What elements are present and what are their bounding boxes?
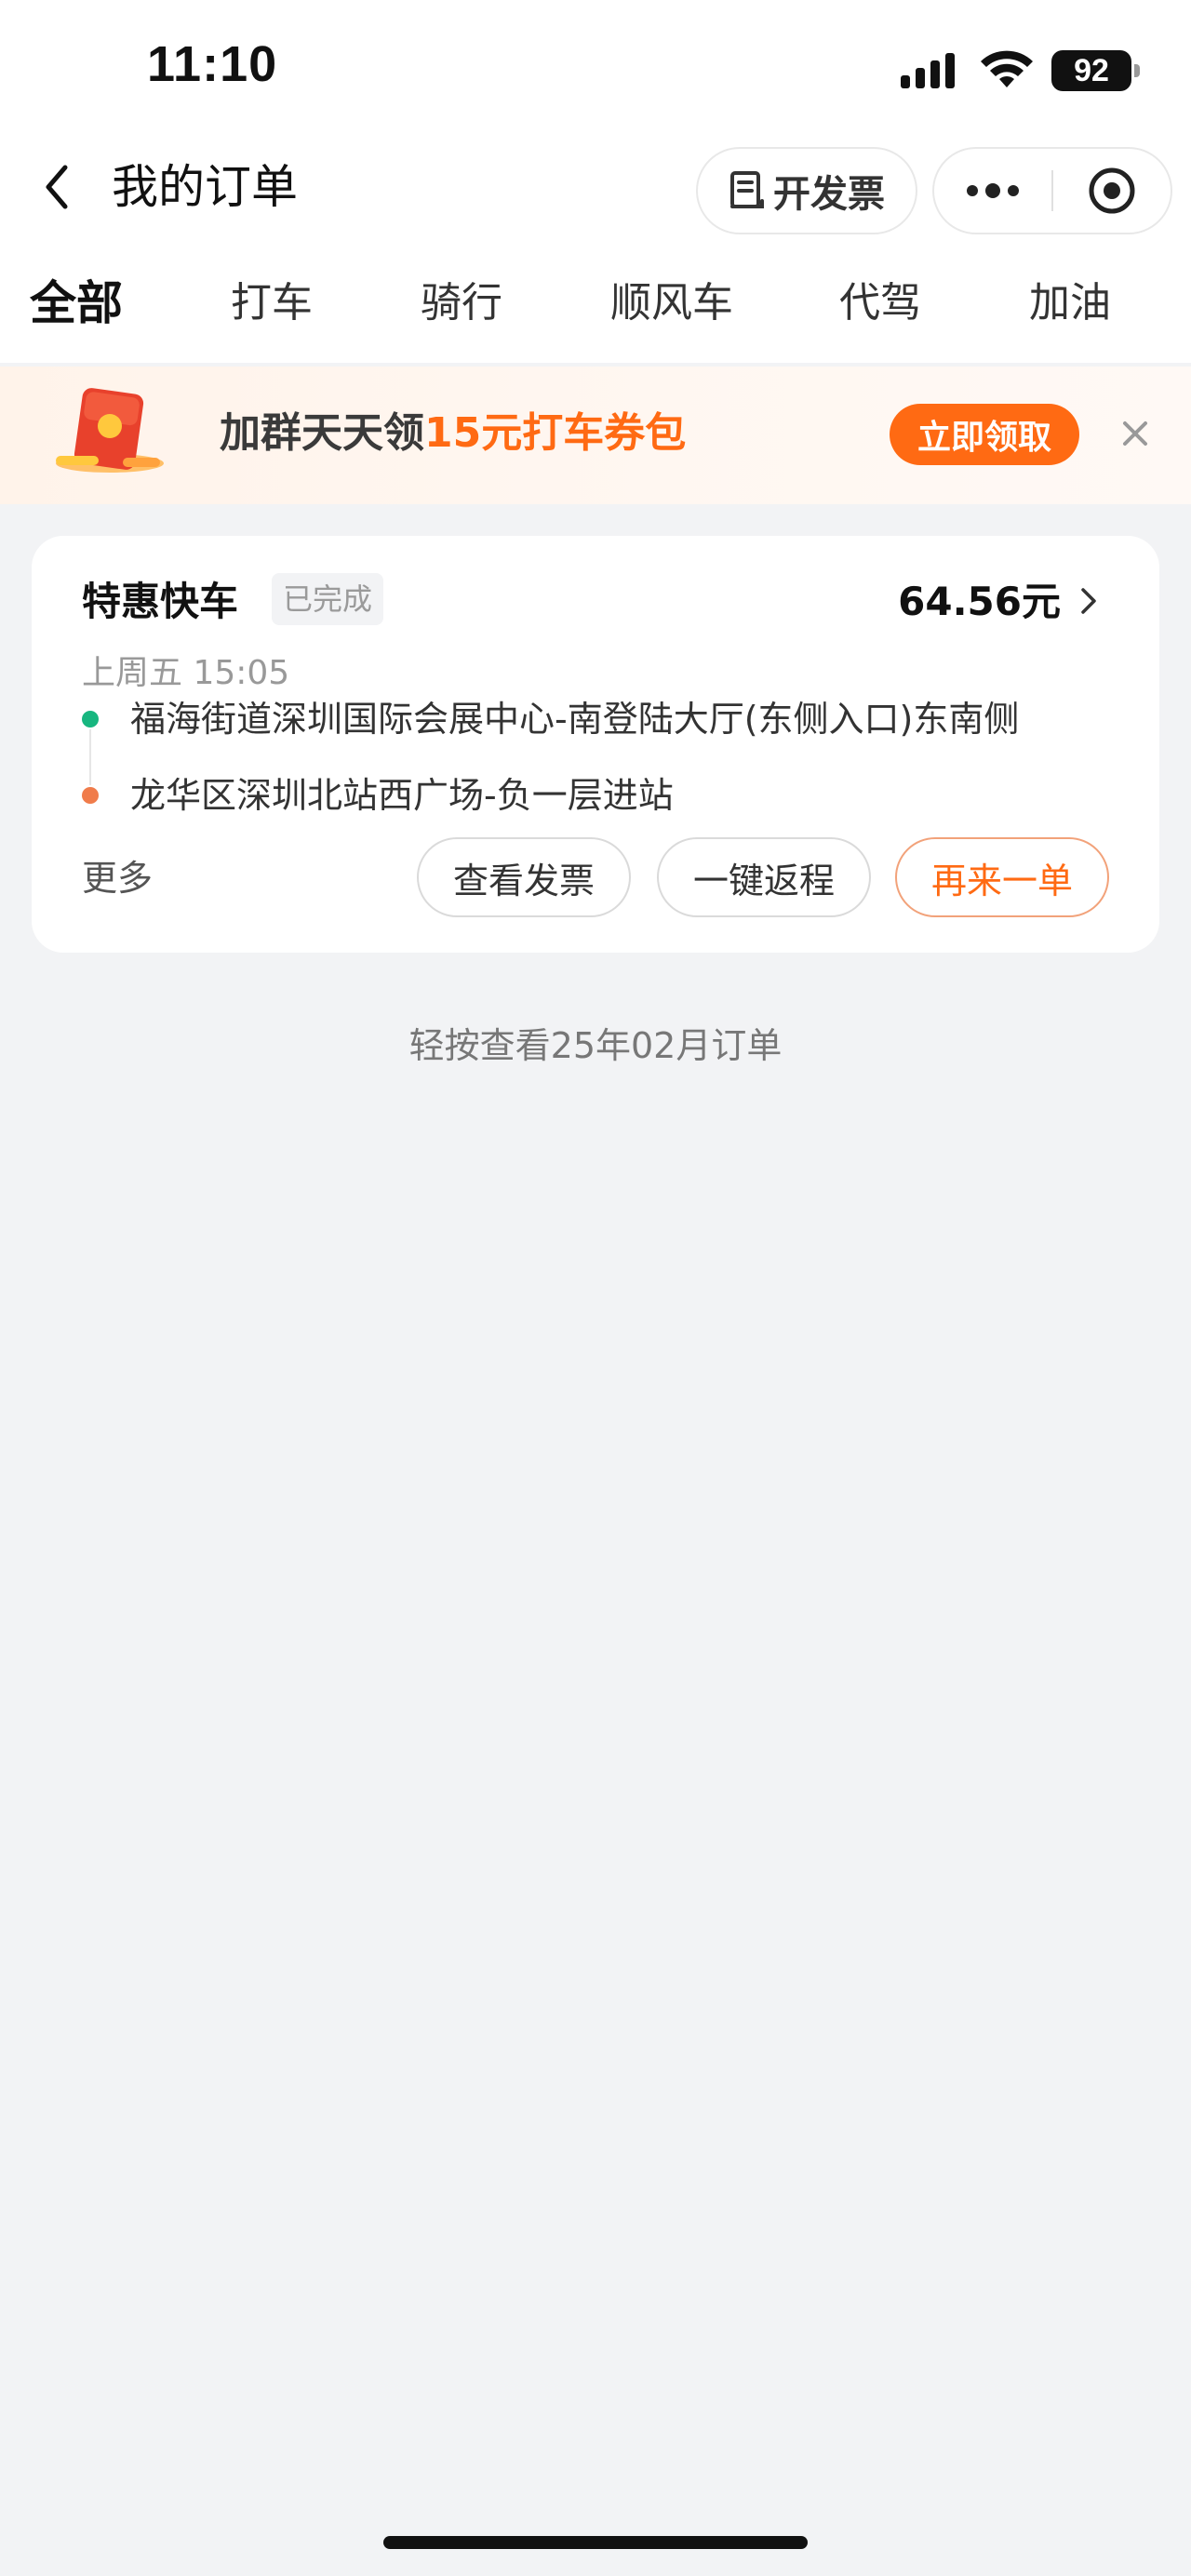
red-envelope-icon [56, 388, 164, 473]
tab-designated-driver[interactable]: 代驾 [839, 270, 921, 337]
chevron-right-icon[interactable] [1076, 582, 1102, 620]
page-title: 我的订单 [112, 160, 298, 214]
tab-carpool[interactable]: 顺风车 [610, 270, 733, 337]
claim-coupon-button[interactable]: 立即领取 [890, 404, 1079, 465]
close-miniapp-button[interactable] [1053, 149, 1171, 233]
promo-banner[interactable]: 加群天天领15元打车券包 立即领取 [0, 367, 1191, 504]
order-type: 特惠快车 [82, 579, 239, 624]
wifi-icon [981, 50, 1033, 87]
promo-text: 加群天天领15元打车券包 [220, 406, 686, 461]
order-price: 64.56元 [898, 579, 1061, 624]
tab-all[interactable]: 全部 [30, 270, 123, 337]
route-connector [89, 729, 91, 785]
previous-month-link[interactable]: 轻按查看25年02月订单 [0, 1020, 1191, 1072]
route-end: 龙华区深圳北站西广场-负一层进站 [130, 775, 674, 816]
back-icon [46, 165, 68, 209]
tab-fuel[interactable]: 加油 [1029, 270, 1111, 337]
status-icons: 92 [899, 47, 1140, 95]
view-invoice-button[interactable]: 查看发票 [417, 837, 631, 917]
tab-cycling[interactable]: 骑行 [421, 270, 502, 337]
return-trip-button[interactable]: 一键返程 [657, 837, 871, 917]
back-button[interactable] [33, 156, 80, 218]
end-dot-icon [82, 787, 99, 804]
more-button[interactable]: 更多 [82, 850, 153, 906]
status-badge: 已完成 [272, 573, 384, 625]
order-time: 上周五 15:05 [82, 654, 290, 692]
invoice-button[interactable]: 开发票 [696, 147, 917, 234]
miniapp-capsule [932, 147, 1172, 234]
close-icon [1123, 421, 1147, 446]
battery-level: 92 [1074, 52, 1109, 88]
battery-icon: 92 [1051, 50, 1140, 91]
invoice-label: 开发票 [773, 173, 885, 216]
order-tabs: 全部 打车 骑行 顺风车 代驾 加油 [0, 270, 1191, 354]
promo-text-highlight: 15元打车券包 [424, 409, 687, 457]
tab-taxi[interactable]: 打车 [231, 270, 313, 337]
more-icon [967, 183, 1019, 198]
target-icon [1089, 167, 1135, 214]
route-start: 福海街道深圳国际会展中心-南登陆大厅(东侧入口)东南侧 [130, 699, 1020, 740]
order-card[interactable]: 特惠快车 已完成 64.56元 上周五 15:05 福海街道深圳国际会展中心-南… [32, 536, 1159, 953]
status-time: 11:10 [147, 36, 278, 92]
home-indicator [383, 2536, 808, 2549]
reorder-button[interactable]: 再来一单 [895, 837, 1109, 917]
signal-icon [901, 53, 955, 88]
more-button[interactable] [934, 149, 1051, 233]
start-dot-icon [82, 711, 99, 727]
promo-text-prefix: 加群天天领 [220, 409, 424, 457]
invoice-icon [730, 171, 764, 208]
promo-close-button[interactable] [1113, 411, 1158, 456]
